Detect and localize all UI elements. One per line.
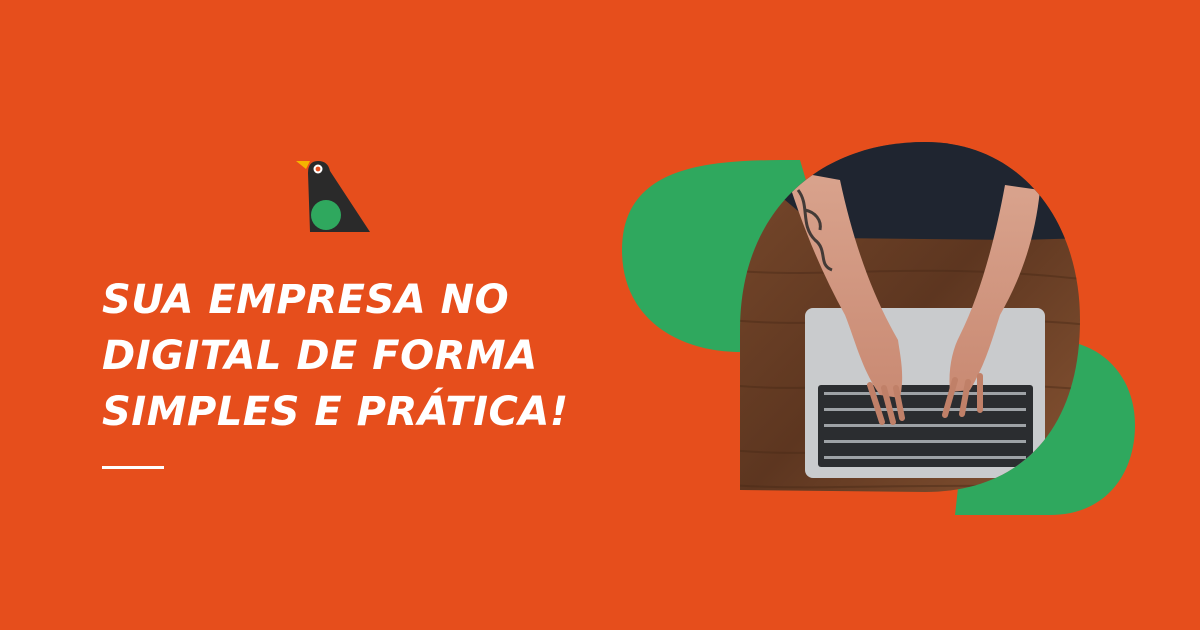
headline-line-2: DIGITAL DE FORMA [102, 333, 538, 379]
headline-line-1: SUA EMPRESA NO [102, 277, 510, 323]
bird-pupil-shape [315, 166, 321, 172]
bird-logo-icon [296, 161, 370, 232]
headline-line-3: SIMPLES E PRÁTICA! [102, 389, 569, 435]
headline: SUA EMPRESA NO DIGITAL DE FORMA SIMPLES … [102, 272, 622, 440]
headline-divider [102, 466, 164, 469]
laptop-photo-illustration [622, 142, 1135, 515]
beak-shape [296, 161, 310, 169]
bird-green-circle-shape [311, 200, 341, 230]
